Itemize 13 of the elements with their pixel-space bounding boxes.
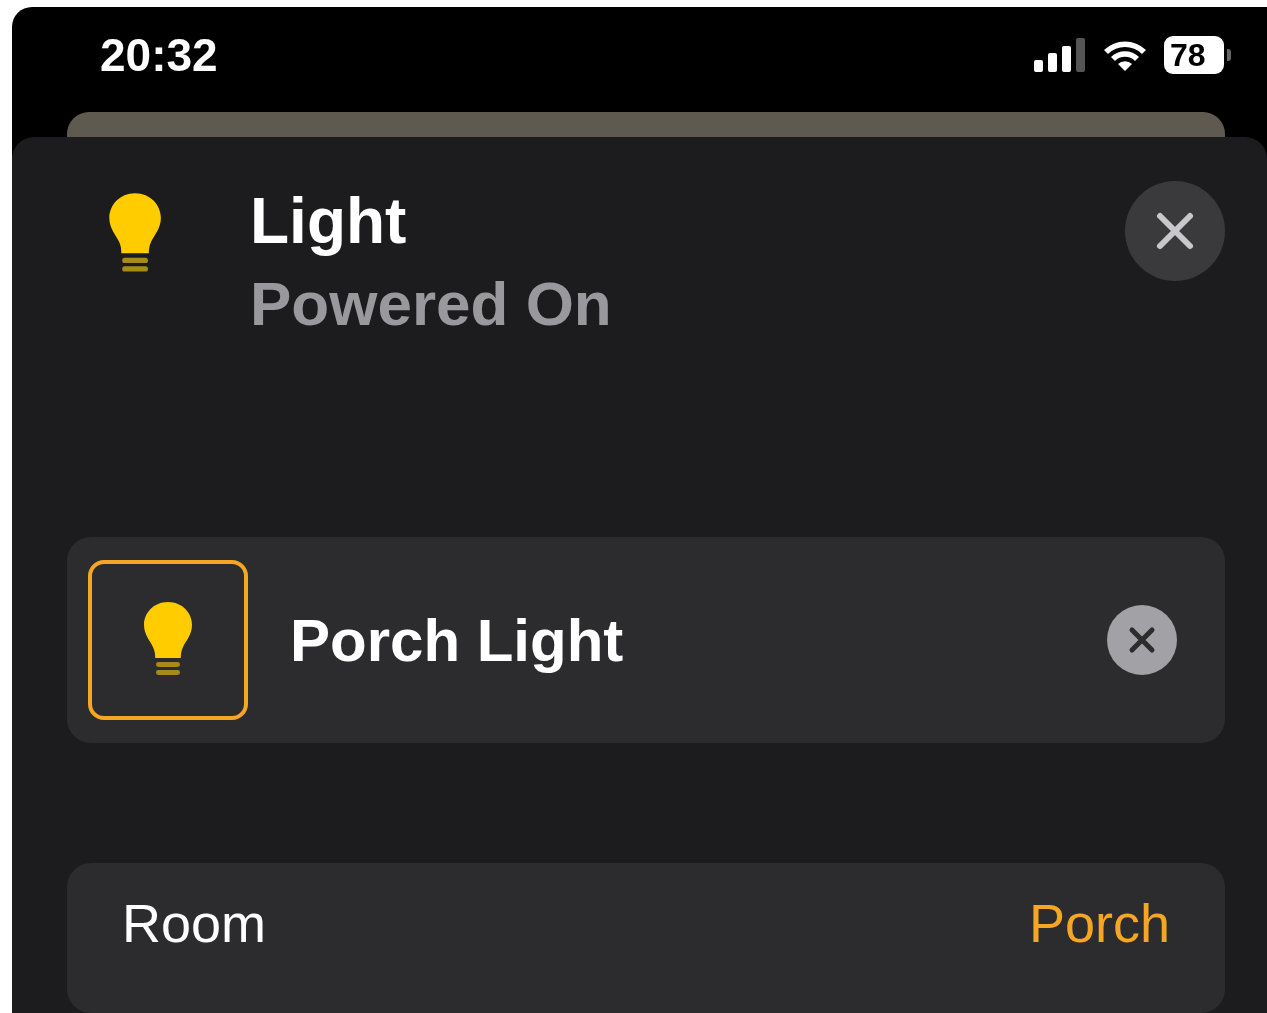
- battery-level: 78: [1164, 36, 1224, 75]
- detail-row[interactable]: Room Porch: [67, 863, 1225, 1013]
- status-time: 20:32: [100, 28, 218, 83]
- accessory-status: Powered On: [250, 268, 613, 340]
- accessory-title: Light: [250, 184, 408, 259]
- signal-icon: [1034, 38, 1086, 73]
- icon-picker[interactable]: [88, 560, 248, 720]
- detail-label: Room: [122, 893, 267, 953]
- accessory-name-field[interactable]: Porch Light: [290, 605, 1065, 675]
- clear-icon: [1128, 626, 1156, 654]
- detail-value: Porch: [1028, 893, 1170, 953]
- wifi-icon: [1102, 38, 1148, 73]
- close-icon: [1155, 211, 1195, 251]
